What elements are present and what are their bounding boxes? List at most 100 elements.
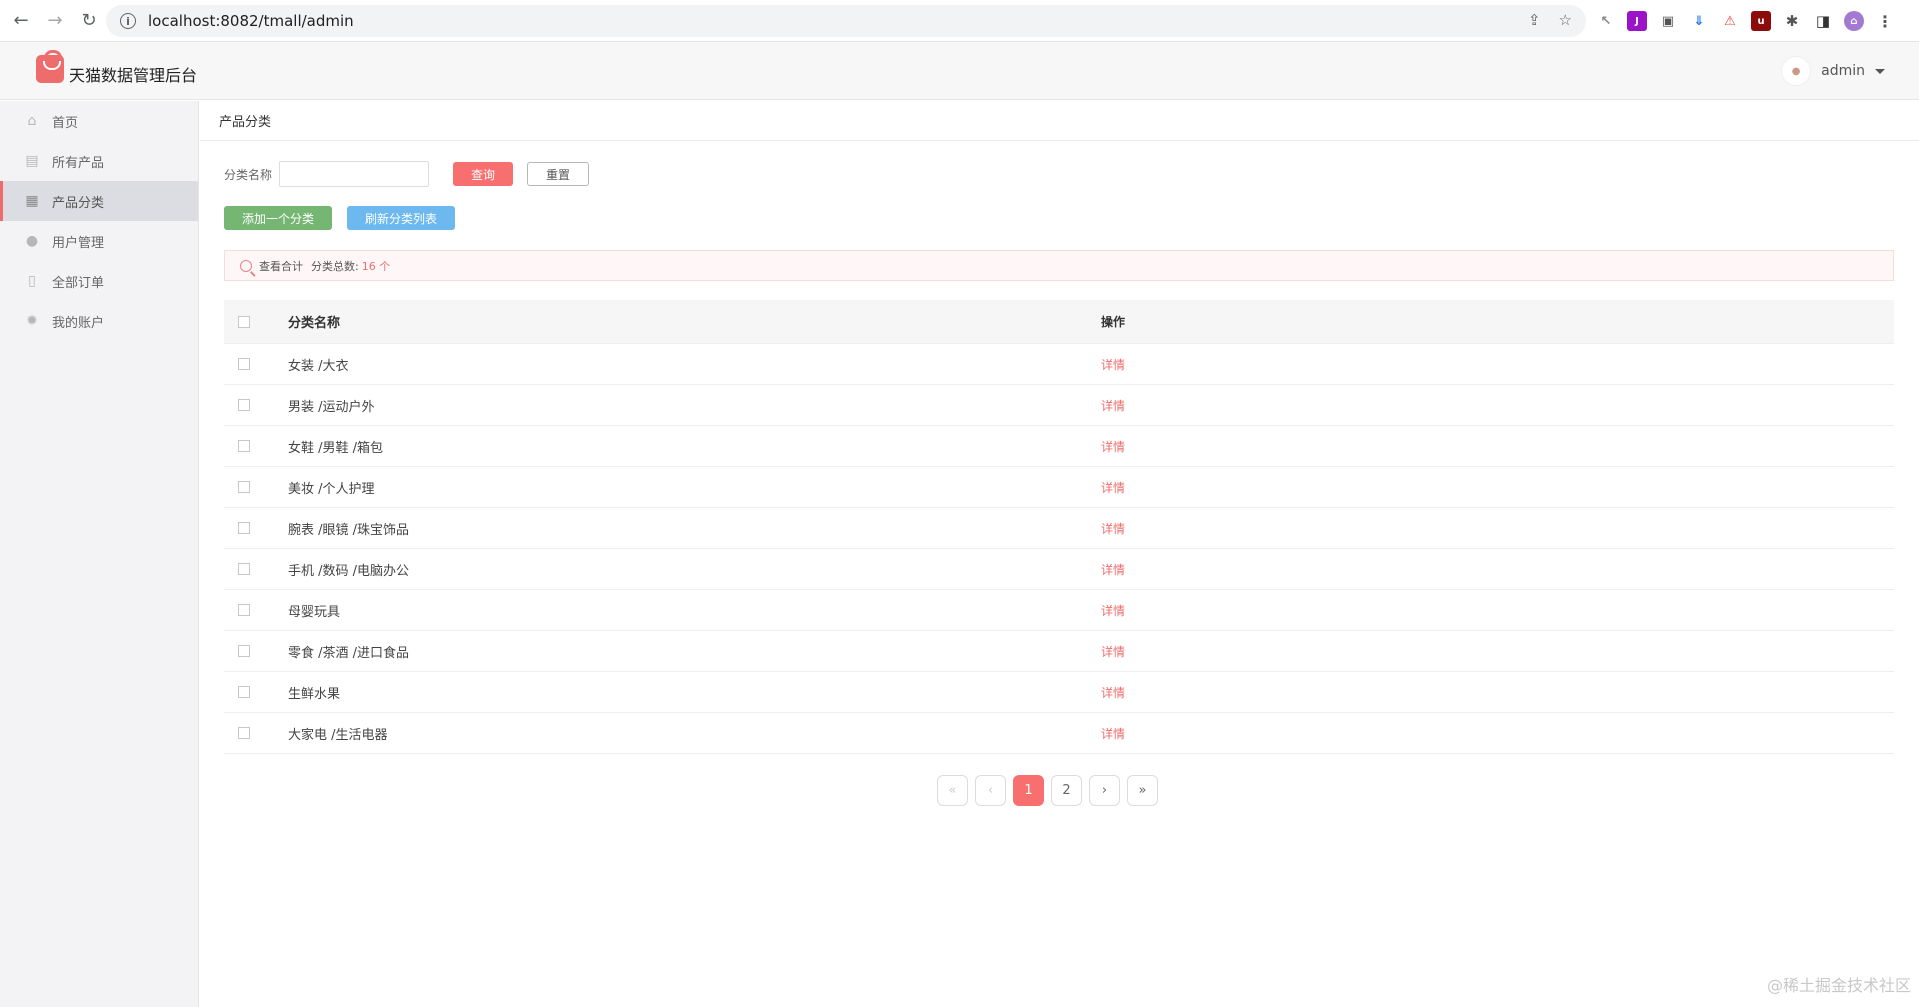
table-row: 男装 /运动户外 详情 (224, 385, 1894, 426)
chevron-down-icon[interactable] (1875, 68, 1885, 74)
row-checkbox[interactable] (238, 645, 250, 657)
sidebar-item-label: 全部订单 (52, 275, 105, 291)
user-icon: ● (25, 233, 39, 249)
row-checkbox[interactable] (238, 563, 250, 575)
image-icon: ▤ (25, 153, 39, 169)
url-text[interactable]: localhost:8082/tmall/admin (148, 12, 354, 30)
summary-count: 16 个 (361, 259, 391, 273)
details-link[interactable]: 详情 (1101, 725, 1125, 742)
address-bar[interactable]: i localhost:8082/tmall/admin ⇪ ☆ (106, 5, 1586, 37)
sidebar-item-users[interactable]: ● 用户管理 (0, 221, 198, 261)
row-checkbox[interactable] (238, 358, 250, 370)
category-name: 女鞋 /男鞋 /箱包 (288, 440, 384, 456)
shopping-bag-logo-icon (36, 50, 64, 83)
ublock-extension-icon[interactable]: u (1751, 11, 1771, 31)
table-row: 手机 /数码 /电脑办公 详情 (224, 549, 1894, 590)
sidebar-item-label: 所有产品 (52, 155, 105, 171)
category-name: 生鲜水果 (288, 686, 341, 702)
column-header-category-name: 分类名称 (288, 316, 341, 331)
reload-icon[interactable]: ↻ (76, 8, 102, 34)
app-title: 天猫数据管理后台 (69, 66, 198, 85)
select-all-checkbox[interactable] (238, 315, 250, 328)
forward-icon[interactable]: → (42, 8, 68, 34)
extensions-bar: ↖ J ▣ ⇓ ⚠ u ✱ ◨ ⌂ ⋮ (1596, 5, 1895, 37)
details-link[interactable]: 详情 (1101, 397, 1125, 414)
category-name: 手机 /数码 /电脑办公 (288, 563, 410, 579)
back-icon[interactable]: ← (8, 8, 34, 34)
add-category-button[interactable]: 添加一个分类 (224, 206, 332, 230)
details-link[interactable]: 详情 (1101, 643, 1125, 660)
user-avatar-icon[interactable]: ● (1781, 56, 1812, 86)
sidebar-item-home[interactable]: ⌂ 首页 (0, 101, 198, 141)
profile-avatar-icon[interactable]: ⌂ (1844, 11, 1864, 31)
previous-page-button[interactable]: ‹ (975, 775, 1006, 806)
row-checkbox[interactable] (238, 727, 250, 739)
details-link[interactable]: 详情 (1101, 520, 1125, 537)
details-link[interactable]: 详情 (1101, 479, 1125, 496)
side-panel-icon[interactable]: ◨ (1813, 11, 1833, 31)
browser-toolbar: ← → ↻ i localhost:8082/tmall/admin ⇪ ☆ ↖… (0, 0, 1919, 42)
refresh-category-list-button[interactable]: 刷新分类列表 (347, 206, 455, 230)
watermark: @稀土掘金技术社区 (1766, 976, 1911, 995)
app-header: 天猫数据管理后台 ● admin (0, 42, 1919, 100)
main-content: 产品分类 分类名称 查询 重置 添加一个分类 刷新分类列表 查看合计 分类总数:… (200, 101, 1919, 1007)
next-page-button[interactable]: › (1089, 775, 1120, 806)
table-row: 生鲜水果 详情 (224, 672, 1894, 713)
browser-menu-icon[interactable]: ⋮ (1875, 11, 1895, 31)
details-link[interactable]: 详情 (1101, 356, 1125, 373)
sidebar-item-label: 用户管理 (52, 235, 105, 251)
row-checkbox[interactable] (238, 686, 250, 698)
row-checkbox[interactable] (238, 481, 250, 493)
sidebar-item-label: 首页 (52, 115, 79, 131)
info-icon[interactable]: i (120, 13, 136, 29)
category-name-input[interactable] (279, 161, 430, 187)
last-page-button[interactable]: » (1127, 775, 1158, 806)
row-checkbox[interactable] (238, 604, 250, 616)
pagination: « ‹ 1 2 › » (937, 775, 1158, 806)
summary-label: 查看合计 (259, 259, 303, 273)
category-name: 美妆 /个人护理 (288, 481, 375, 497)
category-table: 分类名称 操作 女装 /大衣 详情 男装 /运动户外 详情 女鞋 /男鞋 /箱包 详情… (224, 300, 1894, 754)
category-name: 母婴玩具 (288, 604, 341, 620)
grid-icon: ▦ (25, 193, 39, 209)
page-1-button[interactable]: 1 (1013, 775, 1044, 806)
page-2-button[interactable]: 2 (1051, 775, 1082, 806)
cursor-extension-icon[interactable]: ↖ (1596, 11, 1616, 31)
search-icon (240, 259, 252, 272)
details-link[interactable]: 详情 (1101, 561, 1125, 578)
table-row: 零食 /茶酒 /进口食品 详情 (224, 631, 1894, 672)
table-row: 大家电 /生活电器 详情 (224, 713, 1894, 754)
table-row: 母婴玩具 详情 (224, 590, 1894, 631)
sidebar-item-all-products[interactable]: ▤ 所有产品 (0, 141, 198, 181)
table-row: 美妆 /个人护理 详情 (224, 467, 1894, 508)
translate-extension-icon[interactable]: ⚠ (1720, 11, 1740, 31)
sidebar-item-label: 产品分类 (52, 195, 105, 211)
table-row: 女装 /大衣 详情 (224, 344, 1894, 385)
sidebar-item-product-categories[interactable]: ▦ 产品分类 (0, 181, 198, 221)
window-extension-icon[interactable]: ▣ (1658, 11, 1678, 31)
row-checkbox[interactable] (238, 440, 250, 452)
query-button[interactable]: 查询 (453, 162, 514, 186)
puzzle-extension-icon[interactable]: ✱ (1782, 11, 1802, 31)
sidebar-item-account[interactable]: ✹ 我的账户 (0, 301, 198, 341)
reset-button[interactable]: 重置 (527, 162, 590, 186)
category-name: 腕表 /眼镜 /珠宝饰品 (288, 522, 410, 538)
first-page-button[interactable]: « (937, 775, 968, 806)
jira-extension-icon[interactable]: J (1627, 11, 1647, 31)
download-extension-icon[interactable]: ⇓ (1689, 11, 1709, 31)
details-link[interactable]: 详情 (1101, 602, 1125, 619)
gear-icon: ✹ (26, 313, 38, 329)
column-header-actions: 操作 (1101, 315, 1126, 329)
sidebar-item-orders[interactable]: ▯ 全部订单 (0, 261, 198, 301)
share-icon[interactable]: ⇪ (1528, 11, 1541, 29)
document-icon: ▯ (28, 273, 36, 289)
row-checkbox[interactable] (238, 399, 250, 411)
details-link[interactable]: 详情 (1101, 684, 1125, 701)
details-link[interactable]: 详情 (1101, 438, 1125, 455)
action-row: 添加一个分类 刷新分类列表 (224, 206, 455, 230)
bookmark-star-icon[interactable]: ☆ (1559, 11, 1572, 29)
row-checkbox[interactable] (238, 522, 250, 534)
user-menu[interactable]: ● admin (1781, 56, 1885, 86)
search-row: 分类名称 查询 重置 (224, 161, 590, 187)
user-name[interactable]: admin (1821, 63, 1865, 79)
